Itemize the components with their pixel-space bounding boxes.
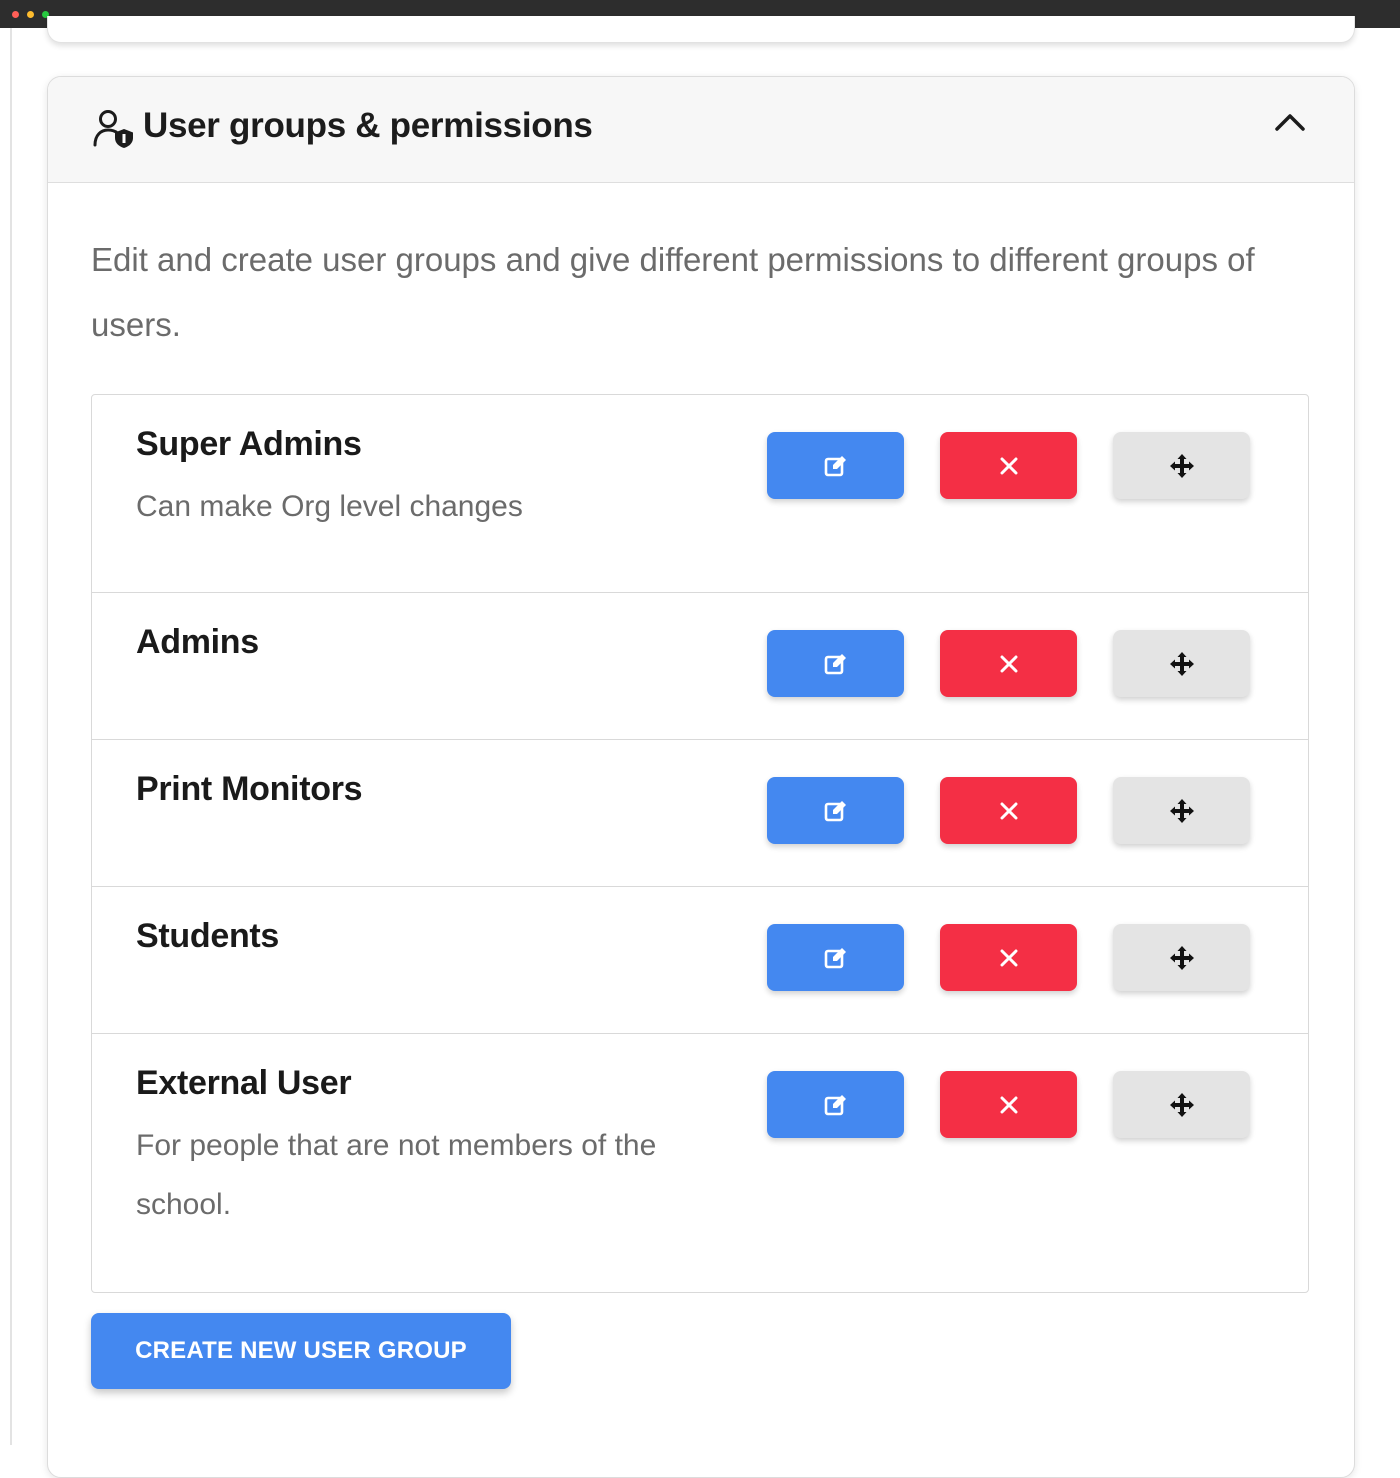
group-name: Super Admins [136,425,362,463]
group-row-students: Students [92,886,1308,1033]
section-title: User groups & permissions [143,106,593,145]
group-description: Can make Org level changes [136,490,523,523]
minimize-window-dot[interactable] [27,11,34,18]
group-name: Students [136,917,280,955]
edit-icon [824,455,846,476]
group-name: Admins [136,623,259,661]
move-group-button[interactable] [1113,777,1250,844]
edit-group-button[interactable] [767,432,904,499]
delete-group-button[interactable] [940,924,1077,991]
close-icon [1000,949,1017,966]
edit-group-button[interactable] [767,777,904,844]
close-icon [1000,457,1017,474]
edit-icon [824,1094,846,1115]
move-icon [1169,651,1194,676]
left-rail [10,28,12,1445]
create-user-group-button[interactable]: CREATE NEW USER GROUP [91,1313,511,1389]
move-icon [1169,453,1194,478]
move-group-button[interactable] [1113,432,1250,499]
group-row-admins: Admins [92,592,1308,739]
move-icon [1169,1092,1194,1117]
move-group-button[interactable] [1113,1071,1250,1138]
card-header[interactable]: User groups & permissions [48,77,1354,183]
user-groups-card: User groups & permissions Edit and creat… [47,76,1355,1478]
close-icon [1000,802,1017,819]
edit-group-button[interactable] [767,630,904,697]
group-name: Print Monitors [136,770,363,808]
user-shield-icon [93,110,133,148]
delete-group-button[interactable] [940,432,1077,499]
edit-group-button[interactable] [767,924,904,991]
move-group-button[interactable] [1113,630,1250,697]
delete-group-button[interactable] [940,777,1077,844]
delete-group-button[interactable] [940,630,1077,697]
chevron-up-icon[interactable] [1268,103,1312,143]
group-row-super-admins: Super Admins Can make Org level changes [92,395,1308,592]
group-description: For people that are not members of the s… [136,1129,657,1221]
previous-section-card [47,16,1355,43]
move-group-button[interactable] [1113,924,1250,991]
group-row-external-user: External User For people that are not me… [92,1033,1308,1292]
group-name: External User [136,1064,352,1102]
close-icon [1000,1096,1017,1113]
edit-icon [824,947,846,968]
section-description: Edit and create user groups and give dif… [91,241,1255,343]
close-window-dot[interactable] [12,11,19,18]
delete-group-button[interactable] [940,1071,1077,1138]
move-icon [1169,945,1194,970]
user-group-list: Super Admins Can make Org level changes … [91,394,1309,1293]
edit-icon [824,653,846,674]
move-icon [1169,798,1194,823]
edit-icon [824,800,846,821]
close-icon [1000,655,1017,672]
edit-group-button[interactable] [767,1071,904,1138]
group-row-print-monitors: Print Monitors [92,739,1308,886]
